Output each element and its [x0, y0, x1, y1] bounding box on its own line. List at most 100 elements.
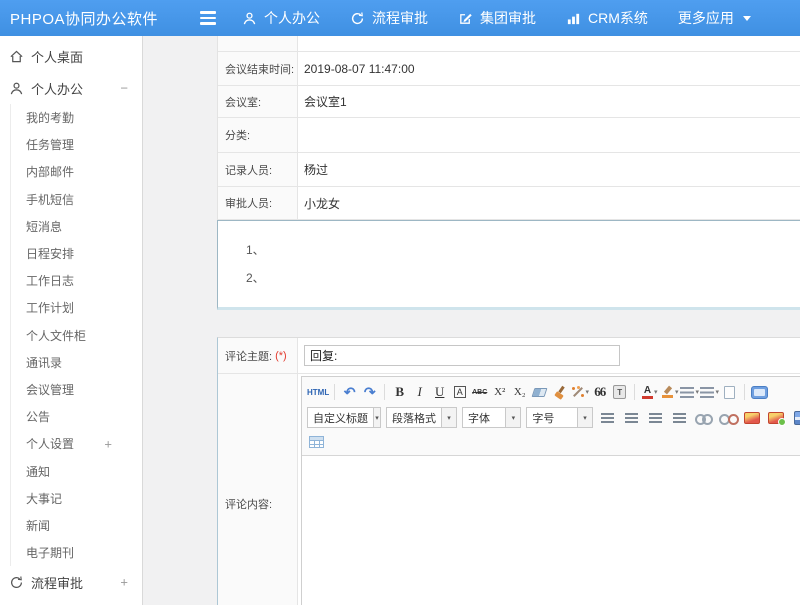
align-justify-button[interactable] [670, 408, 689, 427]
row-value [298, 36, 800, 51]
nav-workflow-approval[interactable]: 流程审批 [350, 8, 428, 28]
sidebar-item-milestones[interactable]: 大事记 [11, 485, 142, 512]
new-document-button[interactable] [720, 383, 739, 402]
editor-content-area[interactable] [302, 456, 800, 605]
caret-down-icon[interactable]: ▾ [675, 388, 679, 396]
caret-down-icon[interactable]: ▾ [715, 388, 719, 396]
undo-button[interactable]: ↶ [340, 383, 359, 402]
font-border-button[interactable]: A [450, 383, 469, 402]
nav-crm-system[interactable]: CRM系统 [566, 8, 648, 28]
user-icon [9, 81, 24, 96]
expand-icon[interactable]: + [104, 436, 112, 451]
nav-label: 集团审批 [480, 8, 536, 28]
blockquote-button[interactable]: 66 [590, 383, 609, 402]
sidebar-item-personal-desktop[interactable]: 个人桌面 [0, 40, 142, 72]
row-value: 2019-08-07 11:47:00 [298, 52, 800, 85]
sidebar-item-label: 个人桌面 [31, 47, 83, 66]
insert-table-button[interactable] [307, 433, 326, 452]
sidebar-item-mobile-sms[interactable]: 手机短信 [11, 186, 142, 213]
insert-image-button[interactable] [742, 408, 761, 427]
sidebar-item-schedule[interactable]: 日程安排 [11, 240, 142, 267]
align-center-icon [625, 413, 638, 423]
history-icon [350, 11, 365, 26]
sidebar-item-internal-mail[interactable]: 内部邮件 [11, 158, 142, 185]
insert-video-button[interactable] [790, 408, 800, 427]
nav-group-approval[interactable]: 集团审批 [458, 8, 536, 28]
format-brush-button[interactable] [550, 383, 569, 402]
font-color-button[interactable]: A ▾ [640, 383, 659, 402]
font-border-icon: A [454, 386, 466, 398]
font-family-dropdown[interactable]: 字体 ▾ [462, 407, 521, 428]
sidebar-item-personal-files[interactable]: 个人文件柜 [11, 322, 142, 349]
comment-subject-input[interactable] [304, 345, 620, 366]
sidebar-item-work-log[interactable]: 工作日志 [11, 267, 142, 294]
ordered-list-button[interactable]: ▾ [680, 383, 699, 402]
sidebar-item-short-message[interactable]: 短消息 [11, 213, 142, 240]
html-source-button[interactable]: HTML [307, 383, 329, 402]
italic-button[interactable]: I [410, 383, 429, 402]
paste-plain-button[interactable]: T [610, 383, 629, 402]
sidebar-item-my-attendance[interactable]: 我的考勤 [11, 104, 142, 131]
nav-more-apps[interactable]: 更多应用 [678, 8, 751, 28]
unordered-list-button[interactable]: ▾ [700, 383, 719, 402]
caret-down-icon[interactable]: ▾ [585, 388, 589, 396]
align-center-button[interactable] [622, 408, 641, 427]
sidebar-item-personal-settings[interactable]: 个人设置 + [11, 430, 142, 457]
auto-typeset-button[interactable]: ▾ [570, 383, 589, 402]
highlight-button[interactable]: ▾ [660, 383, 679, 402]
bold-button[interactable]: B [390, 383, 409, 402]
align-right-button[interactable] [646, 408, 665, 427]
sidebar-item-label: 通知 [26, 463, 50, 480]
align-right-icon [649, 413, 662, 423]
redo-button[interactable]: ↷ [360, 383, 379, 402]
link-button[interactable] [694, 408, 713, 427]
caret-down-icon[interactable]: ▾ [695, 388, 699, 396]
caret-down-icon[interactable]: ▾ [373, 408, 380, 427]
upload-image-button[interactable] [766, 408, 785, 427]
eraser-button[interactable] [530, 383, 549, 402]
font-size-dropdown[interactable]: 字号 ▾ [526, 407, 593, 428]
sidebar-item-workflow-approval[interactable]: 流程审批 + [0, 566, 142, 598]
caret-down-icon[interactable]: ▾ [577, 408, 592, 427]
sidebar-item-task-management[interactable]: 任务管理 [11, 131, 142, 158]
underline-button[interactable]: U [430, 383, 449, 402]
fullscreen-button[interactable] [750, 383, 769, 402]
superscript-button[interactable]: X² [490, 383, 509, 402]
row-label [218, 36, 298, 51]
edit-icon [458, 11, 473, 26]
sidebar-item-work-plan[interactable]: 工作计划 [11, 294, 142, 321]
content-line: 1、 [246, 236, 800, 264]
sidebar-item-notification[interactable]: 通知 [11, 457, 142, 484]
caret-down-icon[interactable]: ▾ [441, 408, 456, 427]
row-label: 评论内容: [218, 374, 298, 605]
sidebar-item-contacts[interactable]: 通讯录 [11, 349, 142, 376]
caret-down-icon[interactable]: ▾ [505, 408, 520, 427]
bar-chart-icon [566, 11, 581, 26]
ordered-list-icon [680, 387, 694, 398]
sidebar-item-meeting-management[interactable]: 会议管理 [11, 376, 142, 403]
paragraph-format-dropdown[interactable]: 段落格式 ▾ [386, 407, 457, 428]
sidebar-item-e-journal[interactable]: 电子期刊 [11, 539, 142, 566]
subscript-button[interactable]: X₂ [510, 383, 529, 402]
strikethrough-button[interactable]: ABC [470, 383, 489, 402]
sidebar-item-news[interactable]: 新闻 [11, 512, 142, 539]
align-left-button[interactable] [598, 408, 617, 427]
nav-label: 个人办公 [264, 8, 320, 28]
table-row: 评论内容: HTML ↶ ↷ B I U A ABC [218, 374, 800, 605]
collapse-icon[interactable]: − [120, 81, 128, 96]
expand-icon[interactable]: + [120, 575, 128, 590]
hamburger-menu-icon[interactable] [200, 11, 216, 25]
unlink-button[interactable] [718, 408, 737, 427]
row-label: 会议室: [218, 86, 298, 117]
row-value: 会议室1 [298, 86, 800, 117]
sidebar-item-announcement[interactable]: 公告 [11, 403, 142, 430]
sidebar-item-personal-office[interactable]: 个人办公 − [0, 72, 142, 104]
table-row [218, 36, 800, 52]
dropdown-label: 段落格式 [387, 410, 441, 426]
font-color-icon: A [642, 386, 653, 399]
caret-down-icon[interactable]: ▾ [654, 388, 658, 396]
sidebar-item-label: 内部邮件 [26, 163, 74, 180]
custom-title-dropdown[interactable]: 自定义标题 ▾ [307, 407, 381, 428]
align-justify-icon [673, 413, 686, 423]
nav-personal-office[interactable]: 个人办公 [242, 8, 320, 28]
